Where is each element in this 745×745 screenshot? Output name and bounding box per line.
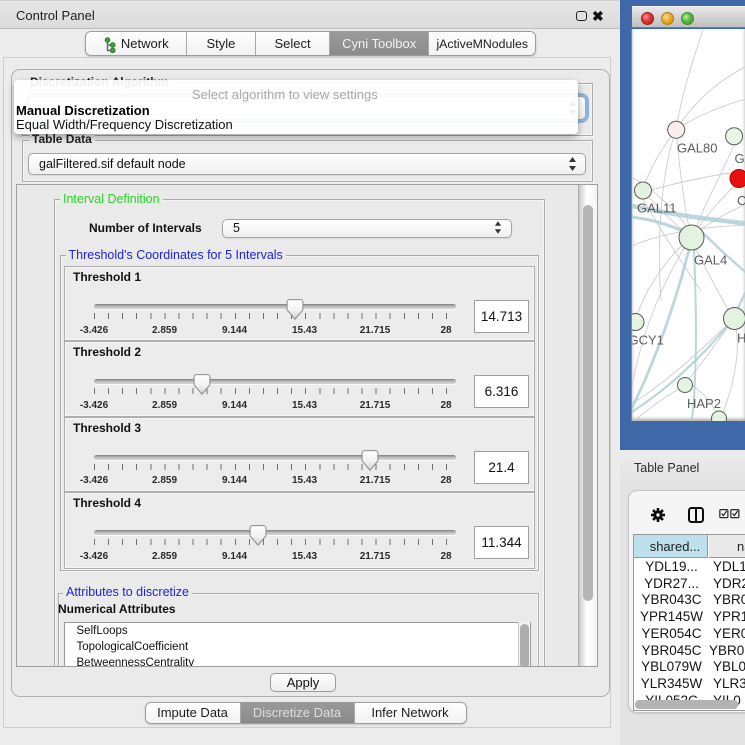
svg-text:H: H	[737, 331, 745, 346]
svg-text:GCY1: GCY1	[632, 333, 664, 348]
svg-text:C: C	[737, 193, 745, 208]
svg-text:GAL4: GAL4	[694, 253, 727, 268]
svg-text:GA: GA	[735, 151, 745, 166]
svg-text:GAL11: GAL11	[637, 201, 677, 216]
svg-text:HAP2: HAP2	[687, 396, 721, 411]
svg-text:GAL80: GAL80	[677, 141, 717, 156]
